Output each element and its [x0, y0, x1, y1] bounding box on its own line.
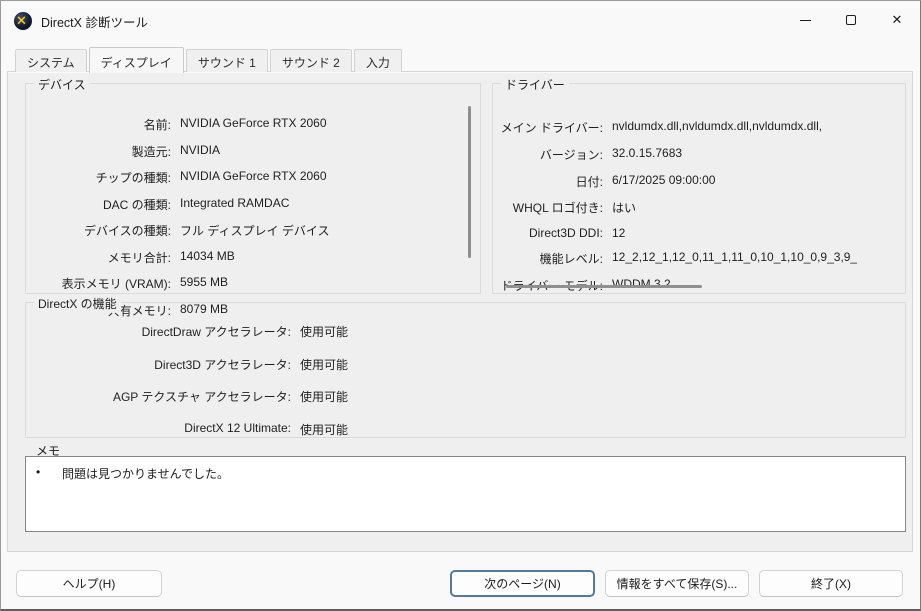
close-button[interactable]: ✕	[874, 1, 920, 39]
field-label: 機能レベル:	[539, 251, 603, 266]
minimize-icon	[799, 20, 811, 21]
directx-app-icon	[14, 12, 32, 30]
driver-row-date: 日付: 6/17/2025 09:00:00	[493, 173, 905, 190]
field-value: フル ディスプレイ デバイス	[180, 224, 330, 238]
device-row-device-type: デバイスの種類: フル ディスプレイ デバイス	[26, 222, 480, 239]
exit-button[interactable]: 終了(X)	[759, 570, 903, 597]
tab-label: ディスプレイ	[100, 56, 172, 70]
device-row-name: 名前: NVIDIA GeForce RTX 2060	[26, 116, 480, 133]
field-label: 日付:	[575, 174, 603, 189]
field-label: 名前:	[143, 118, 171, 132]
field-value: nvldumdx.dll,nvldumdx.dll,nvldumdx.dll,	[612, 119, 823, 133]
tab-sound1[interactable]: サウンド 1	[185, 49, 268, 72]
field-label: 製造元:	[131, 144, 171, 159]
device-row-manufacturer: 製造元: NVIDIA	[26, 143, 480, 160]
next-page-button[interactable]: 次のページ(N)	[450, 570, 595, 597]
feature-row-dx12-ultimate: DirectX 12 Ultimate: 使用可能	[26, 421, 905, 438]
tab-label: サウンド 2	[281, 56, 340, 70]
tab-strip: システム ディスプレイ サウンド 1 サウンド 2 入力	[15, 47, 404, 73]
features-legend: DirectX の機能	[34, 295, 121, 312]
field-label: チップの種類:	[95, 171, 171, 185]
field-label: デバイスの種類:	[84, 224, 171, 238]
features-rows: DirectDraw アクセラレータ: 使用可能 Direct3D アクセラレータ…	[26, 323, 905, 438]
field-value: 使用可能	[300, 325, 349, 339]
device-legend: デバイス	[34, 76, 90, 93]
notes-box[interactable]: • 問題は見つかりませんでした。	[25, 456, 906, 532]
tab-input[interactable]: 入力	[353, 49, 402, 72]
field-label: WHQL ロゴ付き:	[512, 201, 603, 216]
field-label: バージョン:	[539, 147, 603, 162]
maximize-button[interactable]	[828, 1, 874, 39]
tab-sound2[interactable]: サウンド 2	[269, 49, 352, 72]
device-vertical-scrollbar[interactable]	[468, 106, 471, 258]
driver-row-whql: WHQL ロゴ付き: はい	[493, 199, 905, 216]
device-rows: 名前: NVIDIA GeForce RTX 2060 製造元: NVIDIA チッ…	[26, 116, 480, 319]
driver-groupbox: ドライバー メイン ドライバー: nvldumdx.dll,nvldumdx.dl…	[492, 76, 906, 294]
field-label: Direct3D DDI:	[528, 226, 603, 241]
field-value: 6/17/2025 09:00:00	[612, 172, 716, 187]
device-row-chip-type: チップの種類: NVIDIA GeForce RTX 2060	[26, 169, 480, 186]
device-row-display-memory: 表示メモリ (VRAM): 5955 MB	[26, 275, 480, 292]
driver-row-version: バージョン: 32.0.15.7683	[493, 146, 905, 163]
field-value: 14034 MB	[180, 248, 235, 263]
tab-label: 入力	[365, 56, 390, 70]
driver-legend: ドライバー	[501, 76, 569, 93]
feature-row-agp-texture: AGP テクスチャ アクセラレータ: 使用可能	[26, 388, 905, 405]
field-label: メイン ドライバー:	[500, 121, 603, 135]
field-value: Integrated RAMDAC	[180, 195, 290, 210]
device-row-total-memory: メモリ合計: 14034 MB	[26, 249, 480, 266]
field-label: DirectX 12 Ultimate:	[184, 420, 291, 435]
field-label: AGP テクスチャ アクセラレータ:	[112, 390, 291, 404]
help-button[interactable]: ヘルプ(H)	[16, 570, 162, 597]
field-value: 使用可能	[300, 390, 349, 404]
field-value: NVIDIA GeForce RTX 2060	[180, 169, 327, 183]
window-controls: ✕	[782, 1, 920, 39]
tab-display[interactable]: ディスプレイ	[88, 47, 184, 73]
notes-text: 問題は見つかりませんでした。	[62, 467, 230, 481]
field-label: DirectDraw アクセラレータ:	[141, 325, 291, 339]
driver-row-feature-levels: 機能レベル: 12_2,12_1,12_0,11_1,11_0,10_1,10_0…	[493, 250, 905, 267]
driver-row-main-driver: メイン ドライバー: nvldumdx.dll,nvldumdx.dll,nvld…	[493, 119, 905, 136]
driver-row-d3d-ddi: Direct3D DDI: 12	[493, 226, 905, 240]
device-groupbox: デバイス 名前: NVIDIA GeForce RTX 2060 製造元: NVID…	[25, 76, 481, 318]
tab-label: システム	[27, 56, 75, 70]
minimize-button[interactable]	[782, 1, 828, 39]
field-value: 32.0.15.7683	[612, 145, 683, 160]
field-value: NVIDIA	[180, 142, 221, 157]
feature-row-directdraw: DirectDraw アクセラレータ: 使用可能	[26, 323, 905, 340]
field-value: 使用可能	[300, 422, 349, 437]
field-value: はい	[612, 201, 637, 216]
field-label: Direct3D アクセラレータ:	[154, 357, 291, 372]
directx-features-groupbox: DirectX の機能 DirectDraw アクセラレータ: 使用可能 Dire…	[25, 295, 906, 438]
feature-row-direct3d: Direct3D アクセラレータ: 使用可能	[26, 356, 905, 373]
save-all-information-button[interactable]: 情報をすべて保存(S)...	[605, 570, 749, 597]
field-value: 12	[612, 226, 626, 241]
maximize-icon	[846, 15, 856, 25]
close-icon: ✕	[891, 12, 903, 27]
notes-bullet: •	[36, 465, 41, 479]
field-value: 12_2,12_1,12_0,11_1,11_0,10_1,10_0,9_3,9…	[612, 249, 858, 264]
tab-label: サウンド 1	[197, 56, 256, 70]
driver-rows: メイン ドライバー: nvldumdx.dll,nvldumdx.dll,nvld…	[493, 119, 905, 294]
field-value: 5955 MB	[180, 275, 229, 289]
field-value: 使用可能	[300, 357, 349, 372]
field-value: NVIDIA GeForce RTX 2060	[180, 116, 327, 130]
window-title: DirectX 診断ツール	[41, 15, 148, 30]
field-label: メモリ合計:	[107, 250, 171, 265]
tab-system[interactable]: システム	[15, 49, 87, 72]
field-label: 表示メモリ (VRAM):	[61, 277, 171, 291]
device-row-dac-type: DAC の種類: Integrated RAMDAC	[26, 196, 480, 213]
dxdiag-window: DirectX 診断ツール ✕ システム ディスプレイ サウンド 1 サウンド …	[0, 0, 921, 611]
field-label: DAC の種類:	[102, 197, 171, 212]
driver-horizontal-scrollbar[interactable]	[506, 285, 702, 288]
